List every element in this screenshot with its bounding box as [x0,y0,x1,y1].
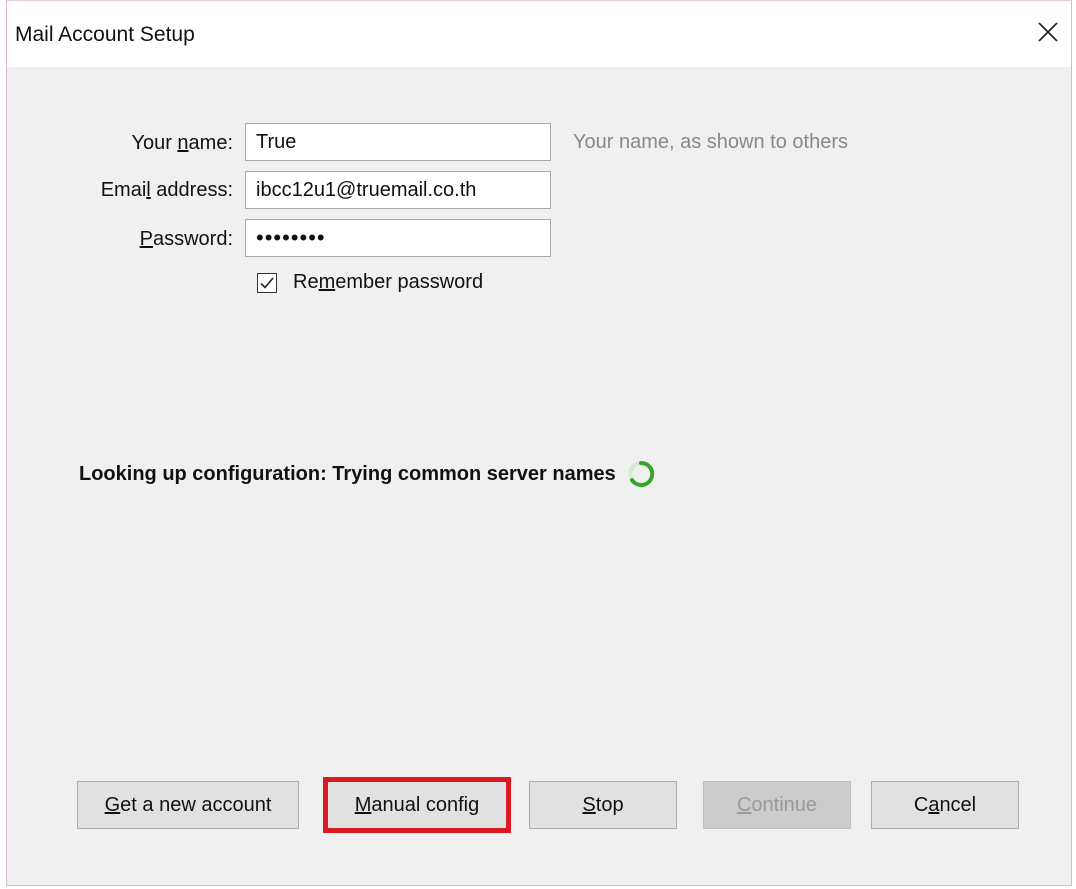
name-hint: Your name, as shown to others [573,131,848,153]
close-icon[interactable] [1033,17,1063,47]
check-icon [260,276,274,289]
remember-password-label: Remember password [293,271,484,293]
stop-button[interactable]: Stop [529,781,677,829]
remember-password-option[interactable]: Remember password [257,271,483,294]
remember-password-checkbox[interactable] [257,272,277,293]
cancel-button[interactable]: Ca ncel [871,781,1019,829]
config-status: Looking up configuration: Trying common … [79,459,656,489]
window-title: Mail Account Setup [15,23,195,46]
name-label: Your name: [131,132,233,154]
email-label: Email address: [100,179,233,201]
continue-button[interactable]: Continue [703,781,851,829]
email-input[interactable]: ibcc12u1@truemail.co.th [245,171,551,209]
title-bar: Mail Account Setup [7,1,1071,67]
password-input[interactable]: •••••••• [245,219,551,257]
name-input[interactable]: True [245,123,551,161]
mail-account-setup-dialog: Mail Account Setup Your name: True Your … [6,0,1072,886]
loading-spinner-icon [627,460,654,487]
manual-config-button[interactable]: Manual config [323,777,511,833]
get-new-account-button[interactable]: Get a new account [77,781,299,829]
password-label: Password: [139,228,233,250]
status-text: Looking up configuration: Trying common … [79,462,616,485]
